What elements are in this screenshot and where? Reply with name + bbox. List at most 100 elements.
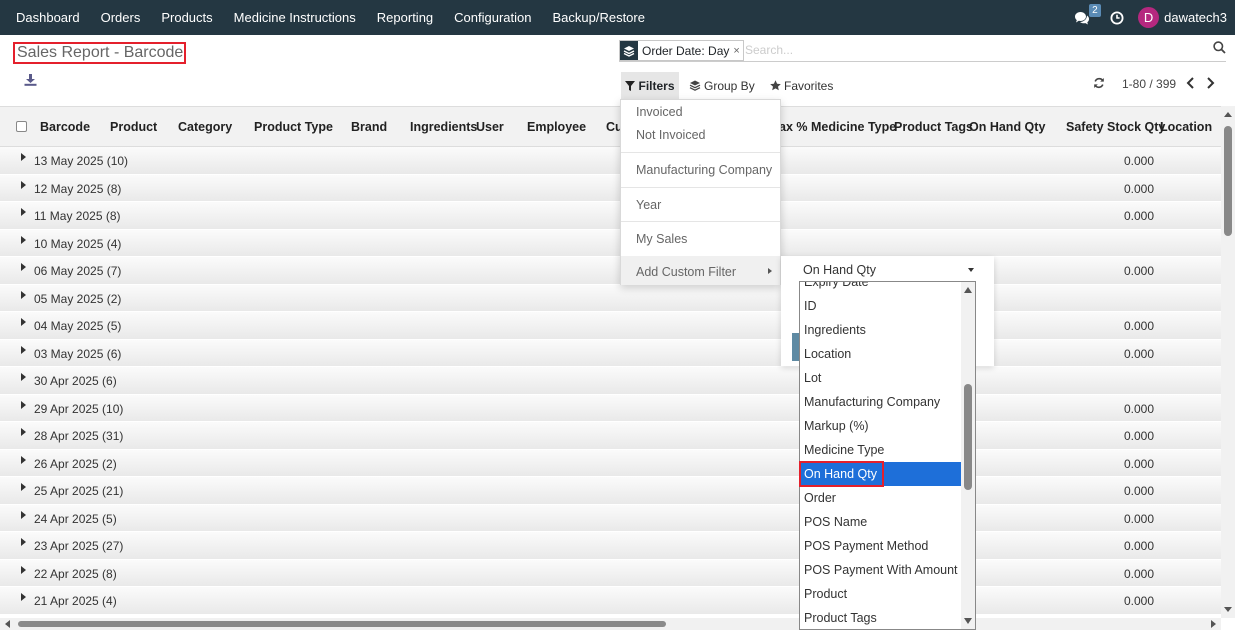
column-safety-stock-qty[interactable]: Safety Stock Qty [1066, 120, 1165, 134]
group-row[interactable]: 12 May 2025 (8) 0.000 [0, 174, 1221, 202]
option-manufacturing-company[interactable]: Manufacturing Company [800, 390, 961, 414]
divider [621, 152, 780, 153]
option-medicine-type[interactable]: Medicine Type [800, 438, 961, 462]
scroll-up-icon[interactable] [1224, 112, 1232, 117]
group-row[interactable]: 04 May 2025 (5) 0.000 [0, 312, 1221, 340]
facet-remove-icon[interactable]: × [733, 41, 742, 60]
avatar[interactable]: D [1138, 7, 1160, 28]
group-row[interactable]: 26 Apr 2025 (2) 0.000 [0, 449, 1221, 477]
scrollbar-thumb[interactable] [1224, 126, 1232, 236]
menu-products[interactable]: Products [151, 0, 223, 35]
search-icon[interactable] [1213, 41, 1226, 57]
group-row[interactable]: 29 Apr 2025 (10) 0.000 [0, 394, 1221, 422]
option-id[interactable]: ID [800, 294, 961, 318]
menu-dashboard[interactable]: Dashboard [0, 0, 90, 35]
scroll-down-icon[interactable] [1224, 607, 1232, 612]
column-medicine-type[interactable]: Medicine Type [811, 120, 896, 134]
caret-right-icon [21, 455, 26, 464]
favorites-button[interactable]: Favorites [770, 72, 833, 99]
chevron-right-icon[interactable] [1206, 77, 1215, 92]
option-pos-payment-method[interactable]: POS Payment Method [800, 534, 961, 558]
filter-manufacturing-company[interactable]: Manufacturing Company [621, 163, 780, 177]
filters-button[interactable]: Filters [621, 72, 679, 99]
group-row[interactable]: 13 May 2025 (10) 0.000 [0, 147, 1221, 175]
group-label: 05 May 2025 (2) [34, 291, 122, 306]
filter-not-invoiced[interactable]: Not Invoiced [621, 128, 780, 142]
group-row[interactable]: 28 Apr 2025 (31) 0.000 [0, 422, 1221, 450]
menu-configuration[interactable]: Configuration [444, 0, 542, 35]
column-barcode[interactable]: Barcode [40, 120, 90, 134]
select-all-checkbox[interactable] [16, 121, 27, 132]
group-safety-stock: 0.000 [1123, 264, 1154, 278]
column-location[interactable]: Location [1160, 120, 1212, 134]
group-row[interactable]: 22 Apr 2025 (8) 0.000 [0, 559, 1221, 587]
group-row[interactable]: 30 Apr 2025 (6) [0, 367, 1221, 395]
clock-icon[interactable] [1110, 11, 1124, 25]
option-product-tags[interactable]: Product Tags [800, 606, 961, 629]
column-user[interactable]: User [476, 120, 504, 134]
search-facet[interactable]: Order Date: Day × [619, 40, 744, 61]
column-ingredients[interactable]: Ingredients [410, 120, 477, 134]
option-markup[interactable]: Markup (%) [800, 414, 961, 438]
chat-icon[interactable]: 2 [1074, 3, 1101, 25]
download-icon[interactable] [24, 74, 37, 89]
group-row[interactable]: 10 May 2025 (4) [0, 229, 1221, 257]
option-lot[interactable]: Lot [800, 366, 961, 390]
pager-value[interactable]: 1-80 / 399 [1122, 77, 1176, 91]
column-product-type[interactable]: Product Type [254, 120, 333, 134]
refresh-icon[interactable] [1093, 77, 1105, 92]
search-input[interactable] [745, 43, 1185, 57]
column-product-tags[interactable]: Product Tags [894, 120, 973, 134]
vertical-scrollbar[interactable] [1221, 106, 1235, 618]
caret-down-icon[interactable] [968, 268, 974, 272]
column-on-hand-qty[interactable]: On Hand Qty [969, 120, 1045, 134]
option-pos-payment-with-amount[interactable]: POS Payment With Amount [800, 558, 961, 582]
group-row[interactable]: 21 Apr 2025 (4) 0.000 [0, 587, 1221, 615]
menu-medicine-instructions[interactable]: Medicine Instructions [223, 0, 366, 35]
menu-reporting[interactable]: Reporting [366, 0, 443, 35]
scroll-up-icon[interactable] [964, 287, 972, 293]
group-row[interactable]: 25 Apr 2025 (21) 0.000 [0, 477, 1221, 505]
menu-backup-restore[interactable]: Backup/Restore [542, 0, 656, 35]
group-row[interactable]: 03 May 2025 (6) 0.000 [0, 339, 1221, 367]
scrollbar-thumb[interactable] [964, 384, 972, 490]
menu-orders[interactable]: Orders [90, 0, 151, 35]
group-safety-stock: 0.000 [1123, 429, 1154, 443]
filter-icon [625, 80, 636, 91]
filter-year[interactable]: Year [621, 198, 780, 212]
column-brand[interactable]: Brand [351, 120, 387, 134]
column-category[interactable]: Category [178, 120, 232, 134]
username[interactable]: dawatech3 [1164, 10, 1227, 25]
scroll-down-icon[interactable] [964, 618, 972, 624]
column-tax[interactable]: ax % [779, 120, 808, 134]
scrollbar-thumb[interactable] [18, 621, 666, 627]
group-row[interactable]: 05 May 2025 (2) [0, 284, 1221, 312]
group-row[interactable]: 23 Apr 2025 (27) 0.000 [0, 532, 1221, 560]
group-row[interactable]: 24 Apr 2025 (5) 0.000 [0, 504, 1221, 532]
add-custom-filter-toggle[interactable]: Add Custom Filter [621, 256, 780, 285]
column-employee[interactable]: Employee [527, 120, 586, 134]
option-location[interactable]: Location [800, 342, 961, 366]
group-label: 03 May 2025 (6) [34, 346, 122, 361]
group-by-button[interactable]: Group By [689, 72, 755, 99]
field-select[interactable]: On Hand Qty [803, 263, 876, 277]
column-product[interactable]: Product [110, 120, 157, 134]
option-expiry-date[interactable]: Expiry Date [800, 282, 961, 294]
option-ingredients[interactable]: Ingredients [800, 318, 961, 342]
group-row[interactable]: 06 May 2025 (7) 0.000 [0, 257, 1221, 285]
caret-right-icon [21, 400, 26, 409]
caret-right-icon [21, 373, 26, 381]
scroll-right-icon[interactable] [1211, 620, 1216, 628]
option-pos-name[interactable]: POS Name [800, 510, 961, 534]
favorites-label: Favorites [784, 78, 834, 93]
filter-my-sales[interactable]: My Sales [621, 232, 780, 246]
option-order[interactable]: Order [800, 486, 961, 510]
horizontal-scrollbar[interactable] [0, 618, 1221, 630]
group-row[interactable]: 11 May 2025 (8) 0.000 [0, 202, 1221, 230]
chevron-left-icon[interactable] [1186, 77, 1195, 92]
scroll-left-icon[interactable] [5, 620, 10, 628]
option-on-hand-qty[interactable]: On Hand Qty [800, 462, 961, 486]
option-product[interactable]: Product [800, 582, 961, 606]
filter-invoiced[interactable]: Invoiced [621, 105, 780, 119]
options-scrollbar[interactable] [961, 282, 975, 629]
